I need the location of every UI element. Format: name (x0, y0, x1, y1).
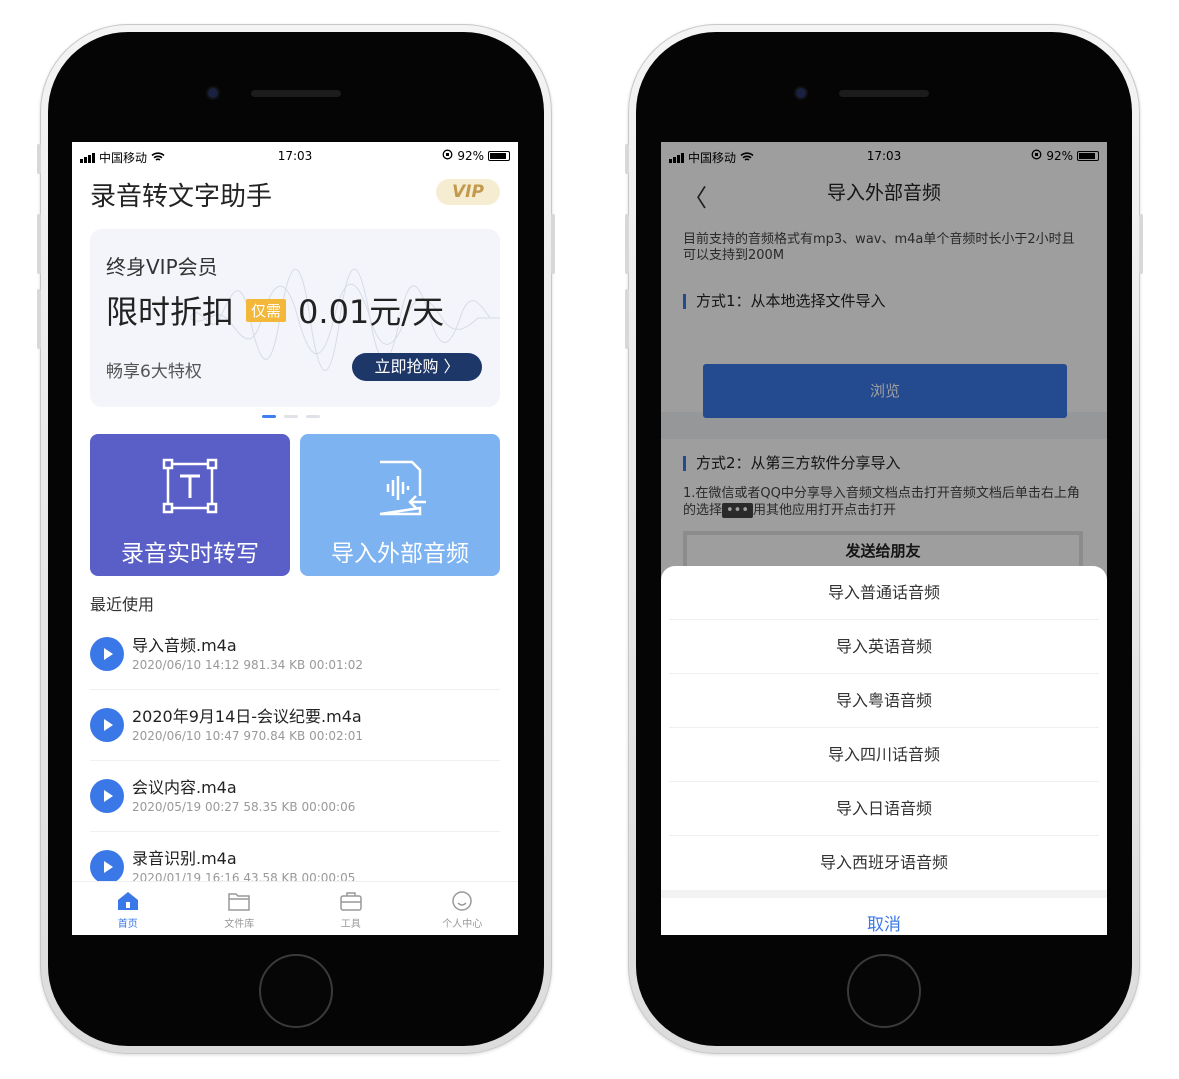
sheet-option-mandarin[interactable]: 导入普通话音频 (669, 566, 1099, 620)
tab-tools[interactable]: 工具 (295, 882, 407, 935)
file-name: 录音识别.m4a (132, 849, 237, 868)
smile-icon (452, 891, 472, 911)
carousel-indicator[interactable] (262, 415, 320, 418)
page-title: 录音转文字助手 (90, 182, 273, 212)
power-button (551, 214, 555, 274)
home-icon (117, 892, 138, 910)
tab-label: 个人中心 (442, 919, 483, 930)
file-meta: 2020/06/10 10:47 970.84 KB 00:02:01 (132, 729, 363, 743)
play-icon[interactable] (90, 779, 124, 813)
price-tag: 仅需 (246, 298, 287, 322)
file-meta: 2020/06/10 14:12 981.34 KB 00:01:02 (132, 658, 363, 672)
carousel-dot[interactable] (306, 415, 320, 418)
file-name: 2020年9月14日-会议纪要.m4a (132, 707, 362, 726)
volume-down-button (37, 289, 41, 349)
briefcase-icon (340, 892, 362, 911)
recent-section-title: 最近使用 (90, 595, 155, 614)
mute-switch (625, 144, 629, 174)
front-camera (796, 88, 806, 98)
battery-percent: 92% (457, 149, 484, 163)
price-label: 0.01元/天 (298, 293, 445, 331)
power-button (1139, 214, 1143, 274)
tab-label: 文件库 (224, 919, 255, 930)
earpiece (839, 90, 929, 97)
carousel-dot[interactable] (284, 415, 298, 418)
import-screen: 中国移动 17:03 92% 〈 导入外部音频 目前支持的音频格式有mp3、wa… (661, 142, 1107, 935)
recent-file-row[interactable]: 会议内容.m4a 2020/05/19 00:27 58.35 KB 00:00… (90, 762, 500, 832)
battery-icon (488, 151, 510, 161)
volume-down-button (625, 289, 629, 349)
phone-frame-right: 中国移动 17:03 92% 〈 导入外部音频 目前支持的音频格式有mp3、wa… (625, 24, 1143, 1054)
perks-label: 畅享6大特权 (106, 362, 202, 382)
tab-files[interactable]: 文件库 (184, 882, 296, 935)
play-icon[interactable] (90, 708, 124, 742)
realtime-transcribe-tile[interactable]: 录音实时转写 (90, 434, 290, 576)
discount-label: 限时折扣 (106, 293, 235, 331)
earpiece (251, 90, 341, 97)
sheet-option-english[interactable]: 导入英语音频 (669, 620, 1099, 674)
sheet-divider (661, 890, 1107, 898)
tile-label: 录音实时转写 (121, 541, 259, 567)
play-icon[interactable] (90, 850, 124, 884)
home-screen: 中国移动 17:03 92% 录音转文字助手 VIP 终身VIP会员 限时折扣 … (72, 142, 518, 935)
tab-profile[interactable]: 个人中心 (407, 882, 519, 935)
banner-headline: 限时折扣 仅需 0.01元/天 (106, 287, 444, 333)
action-sheet: 导入普通话音频 导入英语音频 导入粤语音频 导入四川话音频 导入日语音频 导入西… (661, 566, 1107, 935)
home-button[interactable] (259, 954, 333, 1028)
tab-home[interactable]: 首页 (72, 882, 184, 935)
import-audio-icon (379, 460, 426, 516)
front-camera (208, 88, 218, 98)
orientation-lock-icon (442, 149, 453, 163)
volume-up-button (37, 214, 41, 274)
sheet-option-spanish[interactable]: 导入西班牙语音频 (669, 836, 1099, 890)
play-icon[interactable] (90, 637, 124, 671)
file-meta: 2020/05/19 00:27 58.35 KB 00:00:06 (132, 800, 356, 814)
buy-now-button[interactable]: 立即抢购 〉 (352, 353, 482, 381)
folder-icon (228, 893, 250, 911)
sheet-option-cantonese[interactable]: 导入粤语音频 (669, 674, 1099, 728)
cancel-button[interactable]: 取消 (661, 898, 1107, 935)
sheet-option-sichuanese[interactable]: 导入四川话音频 (669, 728, 1099, 782)
recent-file-row[interactable]: 导入音频.m4a 2020/06/10 14:12 981.34 KB 00:0… (90, 620, 500, 690)
text-frame-icon (162, 458, 218, 514)
tile-label: 导入外部音频 (331, 541, 469, 567)
tab-label: 首页 (117, 919, 138, 930)
volume-up-button (625, 214, 629, 274)
import-audio-tile[interactable]: 导入外部音频 (300, 434, 500, 576)
vip-banner[interactable]: 终身VIP会员 限时折扣 仅需 0.01元/天 畅享6大特权 立即抢购 〉 (90, 229, 500, 407)
recent-file-row[interactable]: 2020年9月14日-会议纪要.m4a 2020/06/10 10:47 970… (90, 691, 500, 761)
vip-badge[interactable]: VIP (436, 179, 500, 205)
phone-frame-left: 中国移动 17:03 92% 录音转文字助手 VIP 终身VIP会员 限时折扣 … (37, 24, 555, 1054)
home-button[interactable] (847, 954, 921, 1028)
file-name: 导入音频.m4a (132, 636, 237, 655)
file-name: 会议内容.m4a (132, 778, 237, 797)
tab-bar: 首页 文件库 工具 个人中心 (72, 881, 518, 935)
status-bar: 中国移动 17:03 92% (72, 142, 518, 172)
sheet-option-japanese[interactable]: 导入日语音频 (669, 782, 1099, 836)
carousel-dot-active[interactable] (262, 415, 276, 418)
tab-label: 工具 (340, 919, 361, 930)
mute-switch (37, 144, 41, 174)
banner-subtitle: 终身VIP会员 (106, 255, 218, 279)
